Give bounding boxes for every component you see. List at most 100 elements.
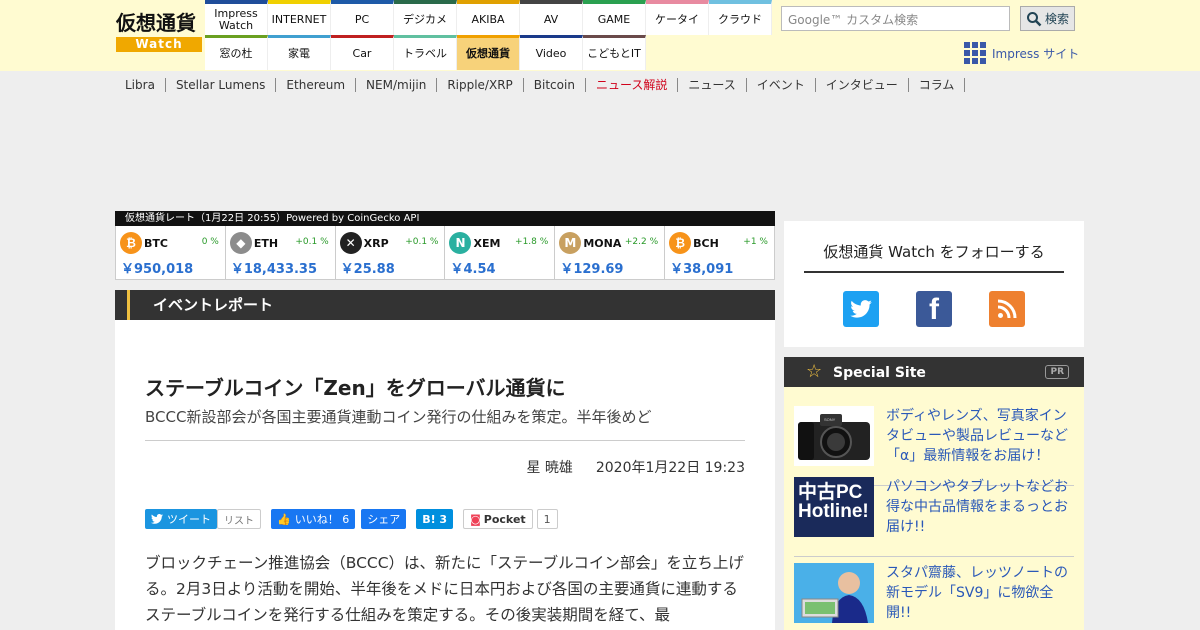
xrp-coin-icon: ✕ — [339, 232, 362, 254]
coin-change: +0.1 % — [405, 237, 439, 247]
article-date: 2020年1月22日 19:23 — [595, 460, 745, 476]
article-subtitle: BCCC新設部会が各国主要通貨連動コイン発行の仕組みを策定。半年後めど — [145, 408, 652, 426]
facebook-share-button[interactable]: シェア — [361, 509, 407, 529]
nav-item[interactable]: PC — [331, 0, 394, 35]
special-item-text: スタパ齋藤、レッツノートの新モデル「SV9」に物欲全開!! — [886, 565, 1068, 621]
logo-watch-text: Watch — [116, 37, 202, 52]
rss-icon[interactable] — [989, 291, 1025, 327]
coin-symbol: BCH — [693, 237, 719, 250]
topic-nav: Libra Stellar Lumens Ethereum NEM/mijin Ripp… — [115, 78, 966, 92]
coin-symbol: XRP — [363, 237, 389, 250]
topic-nav-item[interactable]: ニュース — [678, 78, 747, 92]
special-site-label: Special Site — [833, 365, 926, 381]
rate-ticker-heading: 仮想通貨レート（1月22日 20:55）Powered by CoinGecko… — [115, 211, 775, 226]
impress-site-label: Impress サイト — [992, 46, 1080, 61]
special-site-heading: ☆ Special Site PR — [784, 357, 1084, 387]
tweet-button[interactable]: ツイート — [145, 509, 217, 529]
nav-item[interactable]: AKIBA — [457, 0, 520, 35]
topic-nav-item[interactable]: Ripple/XRP — [437, 78, 524, 92]
topic-nav-item[interactable]: インタビュー — [816, 78, 909, 92]
site-nav-grid: Impress Watch INTERNET PC デジカメ AKIBA AV GAME ケー… — [205, 0, 772, 70]
topic-nav-item[interactable]: イベント — [747, 78, 816, 92]
like-label: いいね！ 6 — [294, 513, 350, 526]
grid-icon — [964, 42, 986, 64]
article-title: ステーブルコイン「Zen」をグローバル通貨に — [145, 376, 566, 400]
nav-item[interactable]: 窓の杜 — [205, 35, 268, 70]
coin-change: +2.2 % — [624, 237, 659, 247]
site-logo[interactable]: 仮想通貨 Watch — [116, 10, 202, 58]
rate-ticker-item[interactable]: ◆ ETH +0.1 % ￥18,433.35 — [226, 226, 336, 279]
impress-site-link[interactable]: Impress サイト — [964, 42, 1079, 64]
special-item-text: ボディやレンズ、写真家インタビューや製品レビューなど「α」最新情報をお届け！ — [886, 408, 1068, 464]
nav-item[interactable]: Video — [520, 35, 583, 70]
facebook-like-button[interactable]: 👍 いいね！ 6 — [271, 509, 356, 529]
nav-item[interactable]: デジカメ — [394, 0, 457, 35]
nav-item[interactable]: 仮想通貨 — [457, 35, 520, 70]
nav-item[interactable]: Car — [331, 35, 394, 70]
special-site-list: SONY ボディやレンズ、写真家インタビューや製品レビューなど「α」最新情報をお… — [784, 387, 1084, 630]
twitter-icon[interactable] — [843, 291, 879, 327]
nav-item[interactable]: クラウド — [709, 0, 772, 35]
eth-coin-icon: ◆ — [229, 232, 252, 254]
hatena-bookmark-button[interactable]: B! 3 — [416, 509, 454, 529]
rate-ticker-item[interactable]: ₿ BCH +1 % ￥38,091 — [665, 226, 774, 279]
search-input[interactable]: Google™ カスタム検索 — [781, 6, 1010, 31]
search-button-label: 検索 — [1044, 12, 1069, 26]
special-item[interactable]: 中古PC Hotline! パソコンやタブレットなどお得な中古品情報をまるっとお… — [794, 477, 1074, 557]
article: ステーブルコイン「Zen」をグローバル通貨に BCCC新設部会が各国主要通貨連動… — [115, 320, 775, 630]
nav-item[interactable]: Impress Watch — [205, 0, 268, 35]
search-button[interactable]: 検索 — [1020, 6, 1075, 31]
topic-nav-item[interactable]: ニュース解説 — [586, 78, 679, 92]
topic-nav-item[interactable]: Ethereum — [276, 78, 357, 92]
mona-coin-icon: M — [559, 232, 582, 254]
pocket-count: 1 — [536, 509, 558, 529]
pocket-label: Pocket — [483, 512, 526, 526]
search-icon — [1026, 11, 1042, 26]
rate-ticker-item[interactable]: N XEM +1.8 % ￥4.54 — [445, 226, 556, 279]
twitter-list-button[interactable]: リスト — [217, 509, 261, 529]
article-body: ブロックチェーン推進協会（BCCC）は、新たに「ステーブルコイン部会」を立ち上げ… — [145, 554, 744, 624]
article-author: 星 暁雄 — [526, 460, 573, 476]
nav-item[interactable]: INTERNET — [268, 0, 331, 35]
special-item[interactable]: SONY ボディやレンズ、写真家インタビューや製品レビューなど「α」最新情報をお… — [794, 406, 1074, 486]
rate-ticker-item[interactable]: ₿ BTC 0 % ￥950,018 — [116, 226, 226, 279]
topic-nav-item[interactable]: NEM/mijin — [356, 78, 438, 92]
site-header: 仮想通貨 Watch Impress Watch INTERNET PC デジカメ AK… — [0, 0, 1200, 71]
rate-ticker-item[interactable]: ✕ XRP +0.1 % ￥25.88 — [336, 226, 446, 279]
pocket-icon: ◙ — [470, 512, 481, 526]
share-buttons: ツイート リスト 👍 いいね！ 6 シェア B! 3 ◙ Pocket 1 — [145, 509, 558, 529]
nav-item[interactable]: GAME — [583, 0, 646, 35]
bch-coin-icon: ₿ — [669, 232, 692, 254]
category-heading: イベントレポート — [115, 290, 775, 320]
coin-symbol: MONA — [583, 237, 622, 250]
coin-symbol: ETH — [253, 237, 279, 250]
coin-change: +1 % — [743, 237, 768, 247]
coin-price: ￥4.54 — [450, 262, 496, 277]
coin-symbol: BTC — [144, 237, 168, 250]
coin-price: ￥25.88 — [340, 262, 395, 277]
pocket-button[interactable]: ◙ Pocket — [463, 509, 533, 529]
coin-symbol: XEM — [473, 237, 501, 250]
hotline-logo-text: 中古PC Hotline! — [798, 482, 869, 522]
coin-price: ￥129.69 — [560, 262, 624, 277]
xem-coin-icon: N — [449, 232, 472, 254]
star-icon: ☆ — [806, 361, 823, 382]
nav-item[interactable]: ケータイ — [646, 0, 709, 35]
rate-ticker-item[interactable]: M MONA +2.2 % ￥129.69 — [555, 226, 666, 279]
nav-item[interactable]: 家電 — [268, 35, 331, 70]
nav-item[interactable]: トラベル — [394, 35, 457, 70]
topic-nav-item[interactable]: Stellar Lumens — [166, 78, 277, 92]
special-item-text: パソコンやタブレットなどお得な中古品情報をまるっとお届け!! — [886, 479, 1068, 535]
nav-item[interactable]: こどもとIT — [583, 35, 646, 70]
facebook-icon[interactable]: f — [916, 291, 952, 327]
topic-nav-item[interactable]: Bitcoin — [524, 78, 586, 92]
topic-nav-item[interactable]: コラム — [909, 78, 966, 92]
special-item[interactable]: スタパ齋藤、レッツノートの新モデル「SV9」に物欲全開!! — [794, 563, 1074, 630]
topic-nav-item[interactable]: Libra — [115, 78, 166, 92]
nav-item[interactable]: AV — [520, 0, 583, 35]
coin-price: ￥38,091 — [670, 262, 734, 277]
camera-thumbnail: SONY — [794, 406, 874, 466]
thumbs-up-icon: 👍 — [277, 512, 291, 526]
follow-box: 仮想通貨 Watch をフォローする f — [784, 221, 1084, 347]
coin-change: +0.1 % — [295, 237, 329, 247]
